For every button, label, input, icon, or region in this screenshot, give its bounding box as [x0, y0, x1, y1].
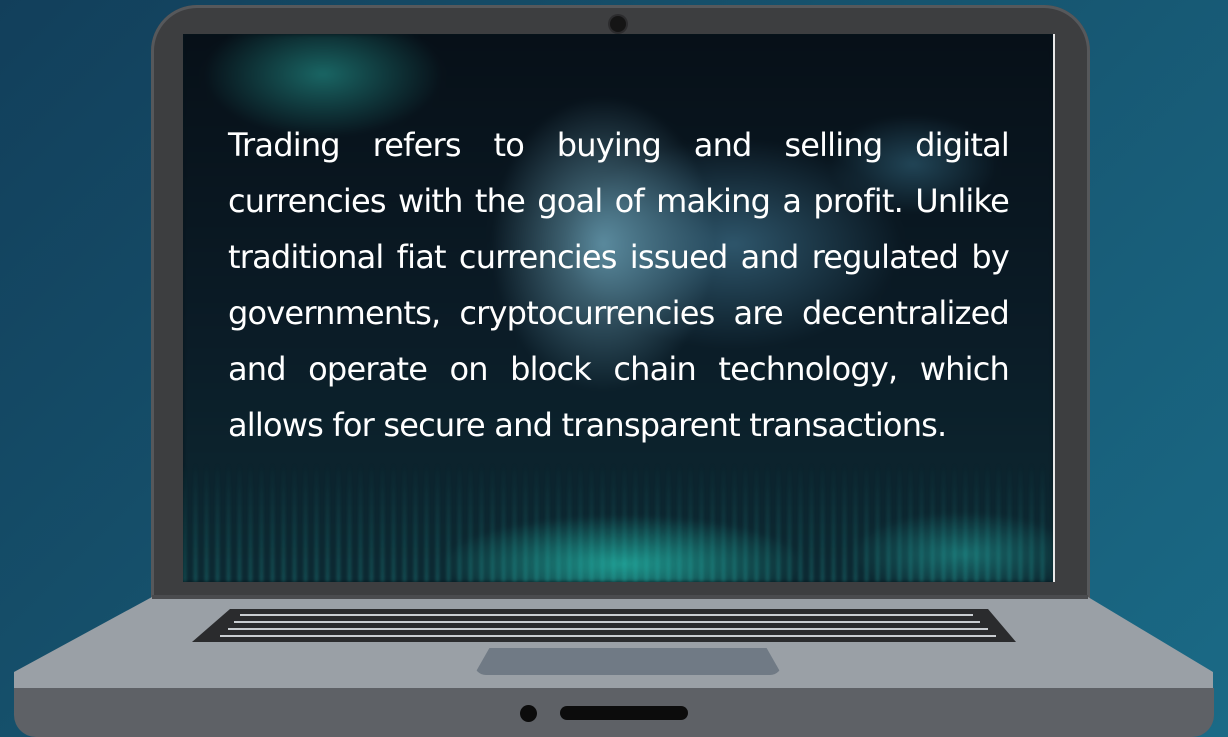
laptop-hinge	[152, 595, 1088, 599]
keyboard-grille	[192, 609, 1016, 642]
trackpad	[474, 648, 782, 675]
laptop-illustration: Trading refers to buying and selling dig…	[0, 0, 1228, 737]
power-led-icon	[520, 705, 537, 722]
laptop-base	[14, 595, 1213, 690]
front-slot	[560, 706, 688, 720]
